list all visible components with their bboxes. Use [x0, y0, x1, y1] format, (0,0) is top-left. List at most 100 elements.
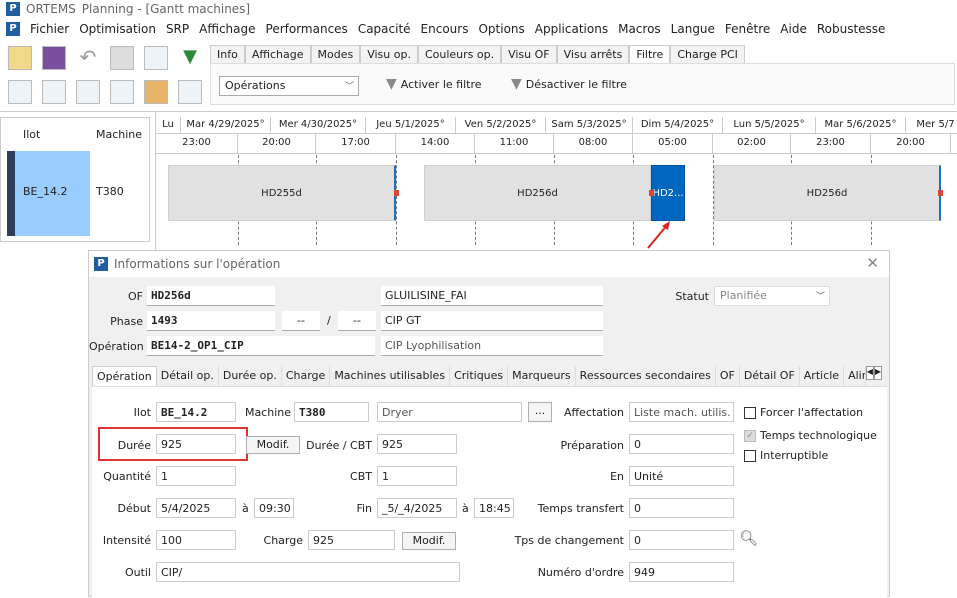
phase-sub-b-field[interactable]: -- — [338, 311, 376, 331]
tab-duree-op[interactable]: Durée op. — [219, 366, 282, 386]
forcer-affectation-checkbox[interactable]: Forcer l'affectation — [744, 406, 863, 419]
preparation-label: Préparation — [560, 439, 624, 452]
menu-fenetre[interactable]: Fenêtre — [725, 22, 770, 36]
tab-visu-arrets[interactable]: Visu arrêts — [556, 45, 630, 63]
app-menu-icon[interactable]: P — [6, 22, 20, 36]
outil-field[interactable]: CIP/ — [156, 562, 460, 582]
operation-bar[interactable]: HD255d — [168, 165, 396, 221]
calendar-grid-icon[interactable] — [178, 80, 202, 104]
open-icon[interactable] — [8, 46, 32, 70]
filter-check-icon[interactable]: ▼ — [178, 46, 202, 70]
tab-machines-utilisables[interactable]: Machines utilisables — [330, 366, 451, 386]
menu-optimisation[interactable]: Optimisation — [79, 22, 156, 36]
save-icon[interactable] — [42, 46, 66, 70]
tab-article[interactable]: Article — [800, 366, 845, 386]
calendar-calc-icon[interactable] — [144, 46, 168, 70]
phase-description-field[interactable]: CIP GT — [381, 311, 603, 331]
ilot-field[interactable]: BE_14.2 — [156, 402, 236, 422]
tab-marqueurs[interactable]: Marqueurs — [508, 366, 576, 386]
menu-applications[interactable]: Applications — [535, 22, 608, 36]
ordre-field[interactable]: 949 — [629, 562, 734, 582]
tab-of[interactable]: OF — [716, 366, 740, 386]
menu-fichier[interactable]: Fichier — [30, 22, 69, 36]
menu-srp[interactable]: SRP — [166, 22, 189, 36]
operation-bar[interactable]: HD256d — [714, 165, 941, 221]
menu-encours[interactable]: Encours — [421, 22, 469, 36]
modif-charge-button[interactable]: Modif. — [402, 532, 456, 550]
package-icon[interactable] — [144, 80, 168, 104]
tab-detail-of[interactable]: Détail OF — [740, 366, 800, 386]
tab-visu-of[interactable]: Visu OF — [501, 45, 557, 63]
duree-field[interactable]: 925 — [156, 434, 236, 454]
affectation-field[interactable]: Liste mach. utilis. — [629, 402, 734, 422]
gantt-view-2-icon[interactable] — [42, 80, 66, 104]
tab-scroll-right-icon[interactable]: ▶ — [873, 366, 882, 380]
menu-performances[interactable]: Performances — [266, 22, 348, 36]
cbt-label: CBT — [350, 470, 372, 483]
tab-scroll-left-icon[interactable]: ◀ — [865, 366, 874, 380]
tab-charge[interactable]: Charge — [282, 366, 331, 386]
unit-field[interactable]: Unité — [629, 466, 734, 486]
tab-info[interactable]: Info — [210, 45, 245, 63]
selected-operation-bar[interactable]: HD2... — [651, 165, 685, 221]
column-header-machine[interactable]: Machine — [96, 128, 142, 141]
temps-technologique-checkbox[interactable]: ✓ Temps technologique — [744, 429, 877, 442]
grid-view-icon[interactable] — [110, 80, 134, 104]
interruptible-checkbox[interactable]: Interruptible — [744, 449, 828, 462]
menu-aide[interactable]: Aide — [780, 22, 807, 36]
duree-cbt-field[interactable]: 925 — [377, 434, 457, 454]
operation-field[interactable]: BE14-2_OP1_CIP — [147, 336, 375, 356]
charge-field[interactable]: 925 — [308, 530, 395, 550]
changement-field[interactable]: 0 — [629, 530, 734, 550]
preparation-field[interactable]: 0 — [629, 434, 734, 454]
tab-modes[interactable]: Modes — [310, 45, 361, 63]
column-header-ilot[interactable]: Ilot — [23, 128, 40, 141]
activate-filter-button[interactable]: ▼ Activer le filtre — [386, 76, 482, 92]
of-field[interactable]: HD256d — [147, 286, 275, 306]
cbt-field[interactable]: 1 — [377, 466, 457, 486]
gantt-view-3-icon[interactable] — [76, 80, 100, 104]
tab-couleurs-op[interactable]: Couleurs op. — [417, 45, 502, 63]
deactivate-filter-button[interactable]: ▼ Désactiver le filtre — [511, 76, 627, 92]
tab-visu-op[interactable]: Visu op. — [360, 45, 418, 63]
undo-icon[interactable]: ↶ — [76, 46, 100, 70]
menu-langue[interactable]: Langue — [671, 22, 715, 36]
menu-affichage[interactable]: Affichage — [199, 22, 255, 36]
app-name: ORTEMS — [26, 2, 76, 16]
calculator-icon[interactable] — [110, 46, 134, 70]
transfert-field[interactable]: 0 — [629, 498, 734, 518]
operation-bar[interactable]: HD256d — [424, 165, 651, 221]
fin-date-field[interactable]: _5/_4/2025 — [377, 498, 457, 518]
menu-options[interactable]: Options — [478, 22, 524, 36]
search-icon[interactable]: 🔍︎ — [739, 529, 758, 547]
intensite-field[interactable]: 100 — [156, 530, 236, 550]
gantt-view-1-icon[interactable] — [8, 80, 32, 104]
tab-critiques[interactable]: Critiques — [450, 366, 509, 386]
fin-time-field[interactable]: 18:45 — [474, 498, 514, 518]
machine-description-field[interactable]: Dryer — [377, 402, 522, 422]
of-description-field[interactable]: GLUILISINE_FAI — [381, 286, 603, 306]
tab-charge-pci[interactable]: Charge PCI — [670, 45, 745, 63]
debut-time-field[interactable]: 09:30 — [254, 498, 294, 518]
tab-detail-op[interactable]: Détail op. — [157, 366, 219, 386]
statut-select[interactable]: Planifiée ﹀ — [714, 286, 830, 306]
phase-sub-a-field[interactable]: -- — [282, 311, 320, 331]
phase-field[interactable]: 1493 — [147, 311, 275, 331]
tab-affichage[interactable]: Affichage — [244, 45, 311, 63]
tab-filtre[interactable]: Filtre — [629, 45, 671, 63]
close-icon[interactable]: ✕ — [866, 254, 879, 272]
machine-field[interactable]: T380 — [294, 402, 369, 422]
machine-cell[interactable]: T380 — [96, 185, 124, 198]
quantite-field[interactable]: 1 — [156, 466, 236, 486]
menu-macros[interactable]: Macros — [618, 22, 661, 36]
modif-duree-button[interactable]: Modif. — [246, 436, 300, 454]
tab-operation[interactable]: Opération — [92, 366, 157, 386]
debut-date-field[interactable]: 5/4/2025 — [156, 498, 236, 518]
ilot-cell[interactable]: BE_14.2 — [15, 151, 90, 236]
menu-robustesse[interactable]: Robustesse — [817, 22, 886, 36]
tab-ressources-secondaires[interactable]: Ressources secondaires — [576, 366, 716, 386]
filter-type-select[interactable]: Opérations ﹀ — [219, 76, 359, 96]
menu-capacite[interactable]: Capacité — [358, 22, 411, 36]
operation-description-field[interactable]: CIP Lyophilisation — [381, 336, 603, 356]
tab-alimentation[interactable]: Alimenta — [844, 366, 866, 386]
